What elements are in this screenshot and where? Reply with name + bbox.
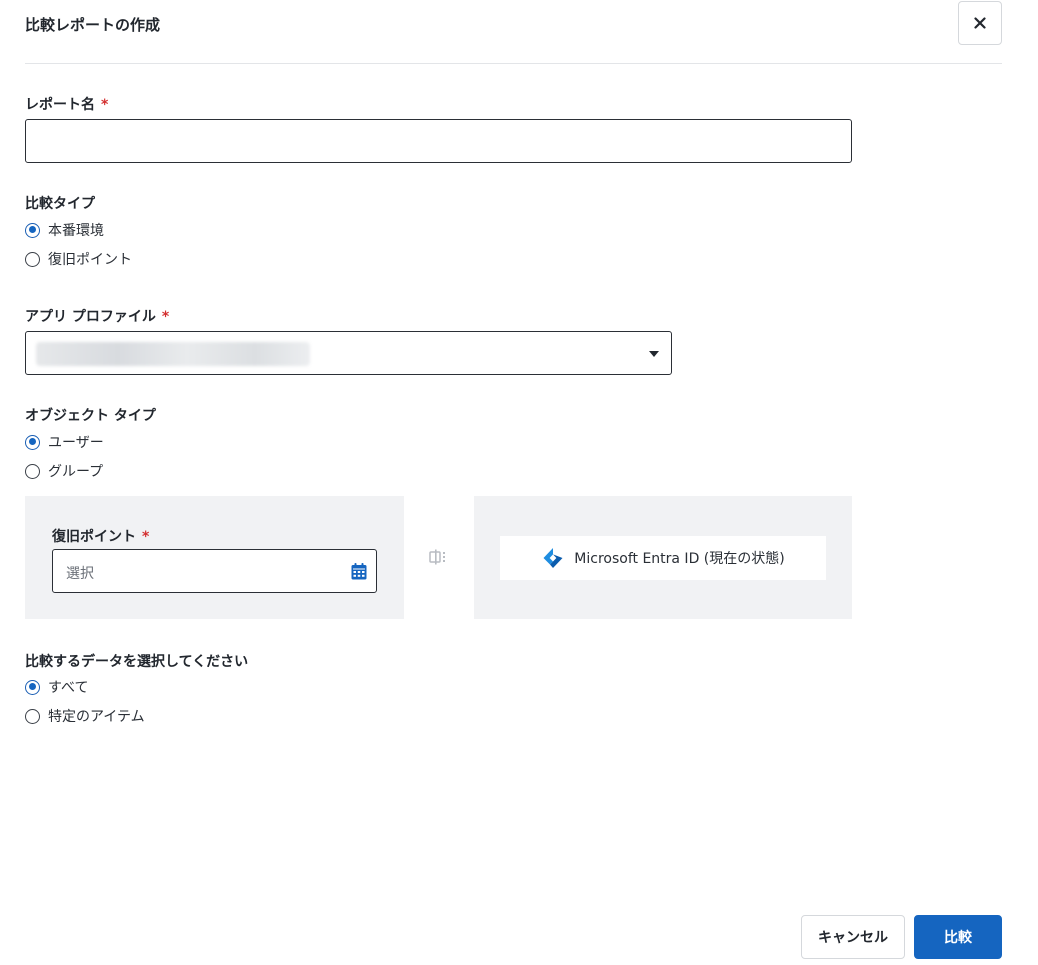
microsoft-entra-icon [543, 548, 563, 568]
compare-target-panel: Microsoft Entra ID (現在の状態) [474, 496, 852, 619]
compare-data-label: 比較するデータを選択してください [25, 654, 249, 670]
radio-label: ユーザー [48, 435, 104, 451]
radio-button-checked[interactable] [25, 679, 40, 695]
restore-point-label: 復旧ポイント * [52, 529, 150, 545]
dialog-title: 比較レポートの作成 [25, 16, 161, 34]
calendar-icon[interactable] [351, 563, 367, 580]
close-icon [974, 17, 986, 29]
restore-point-placeholder: 選択 [66, 566, 94, 582]
compare-data-option-all[interactable]: すべて [25, 677, 88, 697]
close-button[interactable] [958, 1, 1002, 45]
dialog-header: 比較レポートの作成 [25, 0, 1002, 64]
required-mark: * [101, 97, 109, 113]
report-name-input[interactable] [25, 119, 852, 163]
radio-label: 復旧ポイント [48, 252, 132, 268]
dropdown-caret-icon [649, 351, 659, 357]
radio-label: グループ [48, 464, 104, 480]
compare-target-card: Microsoft Entra ID (現在の状態) [500, 536, 826, 580]
app-profile-label: アプリ プロファイル * [25, 309, 170, 325]
restore-point-panel: 復旧ポイント * 選択 [25, 496, 404, 619]
radio-label: すべて [48, 680, 89, 696]
redacted-value [36, 342, 310, 366]
cancel-button[interactable]: キャンセル [801, 915, 905, 959]
compare-button[interactable]: 比較 [914, 915, 1002, 959]
comparison-type-label: 比較タイプ [25, 196, 95, 212]
comparison-type-option-restore-point[interactable]: 復旧ポイント [25, 249, 132, 269]
compare-icon [429, 549, 445, 565]
compare-data-option-specific-items[interactable]: 特定のアイテム [25, 706, 145, 726]
object-type-option-group[interactable]: グループ [25, 461, 103, 481]
radio-button[interactable] [25, 251, 40, 267]
report-name-label: レポート名 * [25, 97, 109, 113]
required-mark: * [142, 529, 150, 545]
restore-point-input[interactable]: 選択 [52, 549, 377, 593]
required-mark: * [161, 309, 170, 325]
radio-button-checked[interactable] [25, 222, 40, 238]
app-profile-select[interactable] [25, 331, 672, 375]
radio-label: 本番環境 [48, 223, 104, 239]
radio-button[interactable] [25, 463, 40, 479]
compare-target-label: Microsoft Entra ID (現在の状態) [574, 551, 785, 567]
object-type-label: オブジェクト タイプ [25, 408, 156, 424]
radio-button[interactable] [25, 708, 40, 724]
radio-label: 特定のアイテム [48, 709, 145, 725]
radio-button-checked[interactable] [25, 434, 40, 450]
object-type-option-user[interactable]: ユーザー [25, 432, 104, 452]
comparison-type-option-production[interactable]: 本番環境 [25, 220, 104, 240]
